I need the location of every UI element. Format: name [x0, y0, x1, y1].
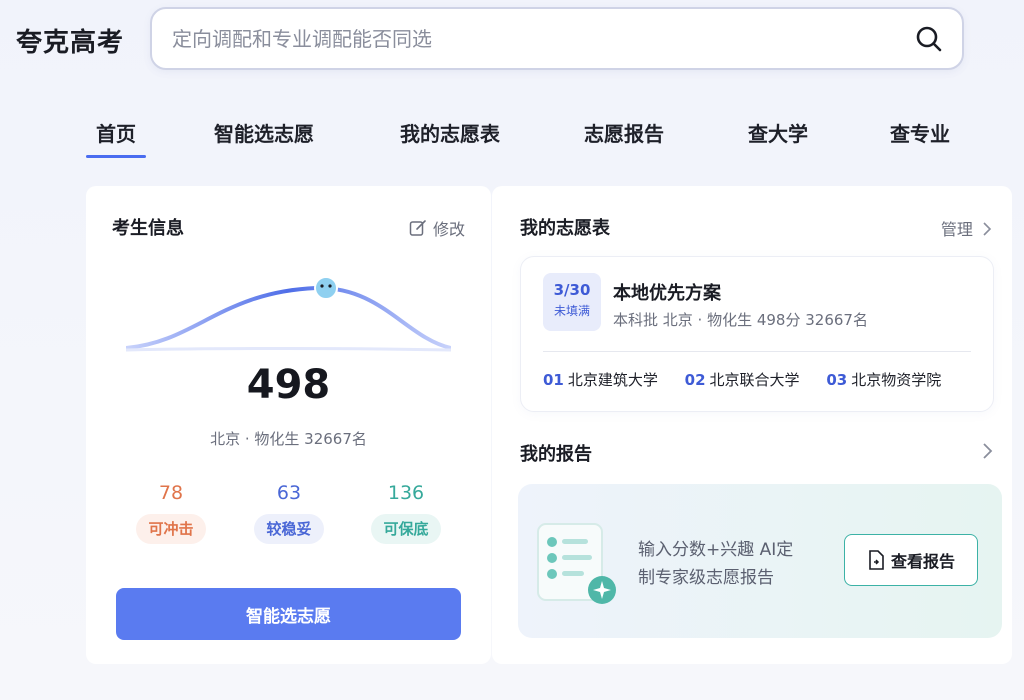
search-icon[interactable]: [914, 24, 944, 54]
stat-rush-label: 可冲击: [136, 514, 206, 544]
school-name[interactable]: 北京物资学院: [851, 371, 941, 389]
score-value: 498: [246, 362, 331, 408]
report-document-icon: [537, 523, 616, 604]
plan-fraction: 3/30: [553, 281, 591, 299]
tab-home[interactable]: 首页: [86, 118, 146, 158]
stat-rush[interactable]: 78 可冲击: [126, 482, 216, 544]
view-report-label: 查看报告: [890, 552, 955, 571]
brand-logo: 夸克高考: [16, 28, 125, 58]
my-report-title: 我的报告: [520, 444, 592, 465]
stat-rush-count: 78: [158, 482, 184, 504]
tab-report[interactable]: 志愿报告: [584, 118, 664, 158]
search-bar[interactable]: [150, 7, 964, 70]
manage-button[interactable]: 管理: [941, 216, 992, 240]
chevron-right-icon[interactable]: [982, 442, 994, 460]
plan-report-card: 我的志愿表 管理 3/30 未填满 本地优先方案 本科批 北京 · 物化生 49…: [492, 186, 1012, 664]
document-icon: [869, 550, 884, 570]
manage-label: 管理: [940, 220, 973, 239]
stat-secure[interactable]: 136 可保底: [361, 482, 451, 544]
plan-card[interactable]: 3/30 未填满 本地优先方案 本科批 北京 · 物化生 498分 32667名…: [520, 256, 994, 412]
chevron-right-icon: [983, 222, 992, 236]
school-name[interactable]: 北京联合大学: [710, 371, 800, 389]
plan-name: 本地优先方案: [613, 283, 721, 304]
stat-secure-label: 可保底: [371, 514, 441, 544]
school-rank: 02: [684, 371, 706, 389]
search-input[interactable]: [172, 21, 892, 57]
school-rank: 01: [543, 371, 564, 389]
student-info-card: 考生信息 修改 498 北京 · 物化生 32667名 78 可冲击 63 较稳…: [86, 186, 491, 664]
student-meta: 北京 · 物化生 32667名: [210, 430, 367, 448]
plan-school-list: 01 北京建筑大学 02 北京联合大学 03 北京物资学院: [543, 369, 963, 390]
view-report-button[interactable]: 查看报告: [844, 534, 978, 586]
tab-search-major[interactable]: 查专业: [890, 118, 950, 158]
stat-safe[interactable]: 63 较稳妥: [244, 482, 334, 544]
report-line-1: 输入分数+兴趣 AI定: [638, 540, 794, 560]
report-description: 输入分数+兴趣 AI定 制专家级志愿报告: [638, 536, 818, 592]
student-info-title: 考生信息: [112, 218, 184, 239]
stat-safe-count: 63: [276, 482, 302, 504]
tab-smart-select[interactable]: 智能选志愿: [214, 118, 314, 158]
plan-status: 未填满: [553, 304, 590, 318]
edit-icon: [409, 220, 426, 236]
tab-search-university[interactable]: 查大学: [748, 118, 808, 158]
main-nav: 首页 智能选志愿 我的志愿表 志愿报告 查大学 查专业: [0, 110, 1024, 160]
stat-secure-count: 136: [387, 482, 425, 504]
my-plan-title: 我的志愿表: [520, 218, 610, 239]
divider: [543, 351, 971, 352]
edit-label: 修改: [432, 220, 465, 239]
smart-select-button[interactable]: 智能选志愿: [116, 588, 461, 640]
report-promo: 输入分数+兴趣 AI定 制专家级志愿报告 查看报告: [518, 484, 1002, 638]
report-line-2: 制专家级志愿报告: [638, 568, 774, 588]
mascot-icon: [314, 276, 338, 300]
tab-my-plan[interactable]: 我的志愿表: [400, 118, 500, 158]
school-rank: 03: [826, 371, 848, 389]
plan-desc: 本科批 北京 · 物化生 498分 32667名: [613, 311, 868, 329]
score-curve: [126, 276, 451, 352]
school-name[interactable]: 北京建筑大学: [568, 371, 658, 389]
stat-safe-label: 较稳妥: [254, 514, 324, 544]
edit-button[interactable]: 修改: [409, 216, 465, 240]
plan-progress-badge: 3/30 未填满: [543, 273, 601, 331]
